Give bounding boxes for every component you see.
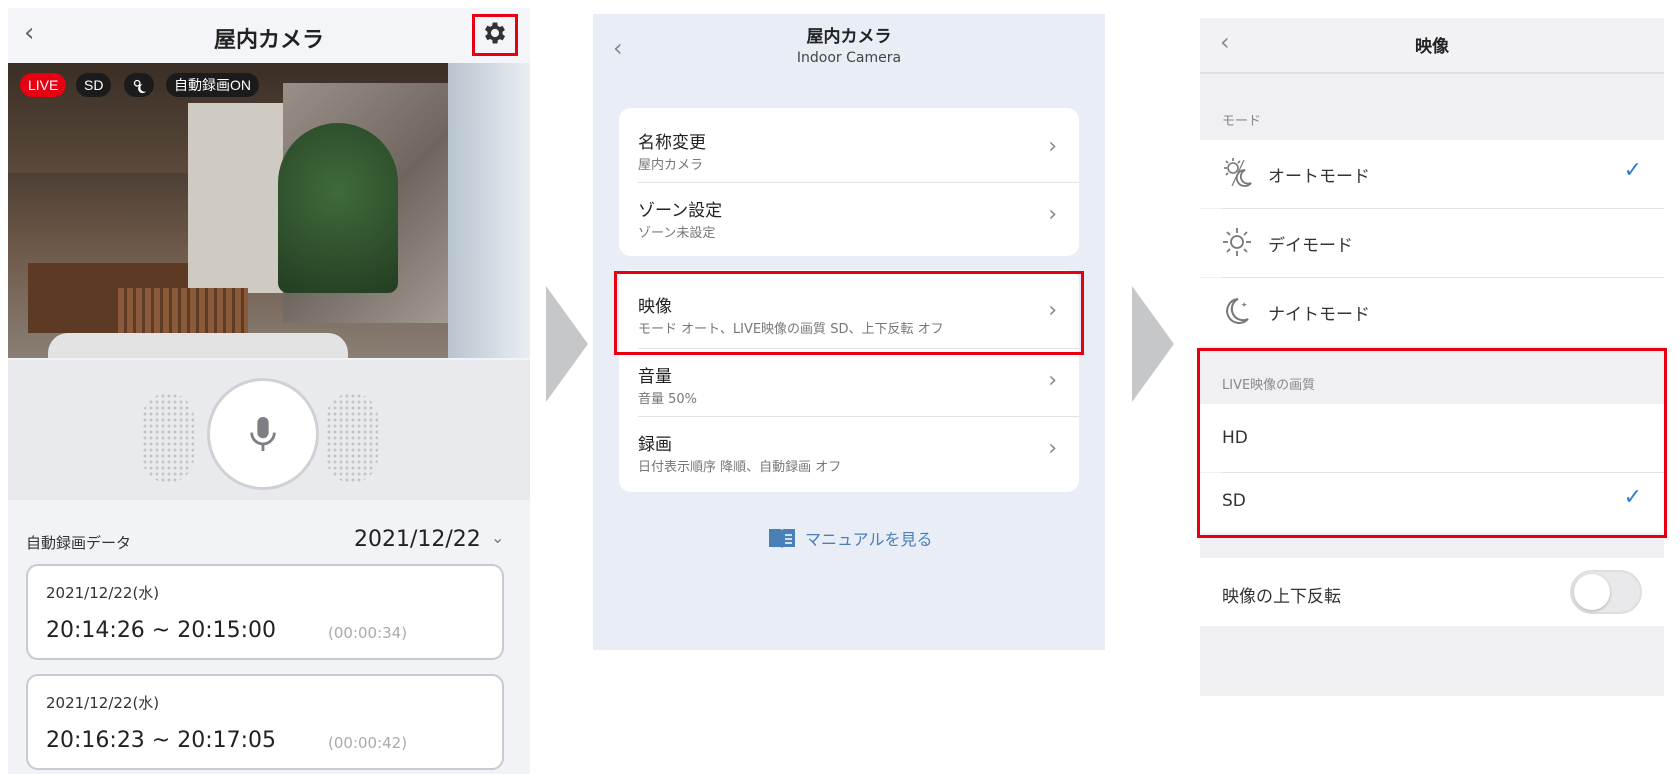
window	[448, 63, 530, 358]
live-video-feed[interactable]: LIVE SD 自動録画ON	[8, 63, 530, 358]
chevron-right-icon: ›	[1048, 368, 1057, 393]
settings-item-label: 名称変更	[638, 133, 706, 153]
settings-item-label: 音量	[638, 367, 672, 387]
mode-option-label: オートモード	[1268, 167, 1370, 187]
header-bar: ‹ 映像	[1200, 18, 1664, 74]
section-header-mode: モード	[1222, 114, 1262, 129]
voice-level-left	[142, 393, 194, 483]
video-settings-screen: ‹ 映像 モード オートモード ✓ デイモード ナイトモード LIVE映像の画質…	[1197, 18, 1667, 696]
microphone-icon	[250, 417, 276, 451]
door	[188, 103, 283, 293]
settings-button[interactable]	[481, 19, 509, 51]
recording-item-date: 2021/12/22(水)	[46, 584, 160, 602]
camera-live-screen: ‹ 屋内カメラ LIVE SD 自動録画ON 自動録画データ 2021/12/2…	[8, 8, 530, 774]
settings-item-value: 音量 50%	[638, 392, 698, 407]
recording-item-date: 2021/12/22(水)	[46, 694, 160, 712]
chevron-right-icon: ›	[1048, 436, 1057, 461]
manual-link[interactable]: マニュアルを見る	[767, 526, 933, 550]
page-subtitle: Indoor Camera	[796, 50, 902, 66]
recording-item-time: 20:14:26 ~ 20:15:00	[46, 618, 277, 643]
mic-button[interactable]	[207, 378, 319, 490]
auto-mode-badge	[124, 73, 154, 97]
recording-item-duration: (00:00:42)	[328, 734, 408, 752]
video-item-highlight	[614, 271, 1084, 355]
chevron-right-icon: ›	[1048, 202, 1057, 227]
settings-item-rename[interactable]: 名称変更 屋内カメラ ›	[619, 114, 1079, 182]
camera-settings-screen: ‹ 屋内カメラ Indoor Camera 名称変更 屋内カメラ › ゾーン設定…	[593, 14, 1105, 650]
auto-mode-icon	[133, 79, 147, 94]
settings-item-label: ゾーン設定	[638, 201, 723, 221]
mode-option-auto[interactable]: オートモード ✓	[1200, 140, 1664, 208]
mode-option-label: デイモード	[1268, 236, 1353, 256]
flow-arrow	[546, 286, 588, 402]
auto-mode-icon	[1220, 156, 1254, 194]
settings-item-volume[interactable]: 音量 音量 50% ›	[619, 348, 1079, 416]
settings-item-value: ゾーン未設定	[638, 226, 716, 241]
settings-group-general: 名称変更 屋内カメラ › ゾーン設定 ゾーン未設定 ›	[619, 108, 1079, 256]
mode-option-label: ナイトモード	[1268, 305, 1370, 325]
recording-data-label: 自動録画データ	[26, 534, 132, 552]
gear-icon	[484, 22, 506, 44]
flip-toggle[interactable]	[1570, 570, 1642, 614]
settings-highlight	[472, 14, 518, 56]
flow-arrow	[1132, 286, 1174, 402]
settings-item-recording[interactable]: 録画 日付表示順序 降順、自動録画 オフ ›	[619, 416, 1079, 484]
settings-item-label: 録画	[638, 435, 672, 455]
toggle-knob	[1574, 574, 1610, 610]
checkmark-icon: ✓	[1623, 158, 1642, 183]
manual-link-label: マニュアルを見る	[805, 530, 933, 549]
flip-setting-row: 映像の上下反転	[1200, 558, 1664, 626]
page-title: 屋内カメラ	[213, 28, 324, 53]
settings-item-zone[interactable]: ゾーン設定 ゾーン未設定 ›	[619, 182, 1079, 250]
settings-item-value: 日付表示順序 降順、自動録画 オフ	[638, 460, 842, 475]
header-bar: ‹ 屋内カメラ	[8, 8, 530, 63]
flip-setting-label: 映像の上下反転	[1222, 587, 1341, 607]
voice-level-right	[326, 393, 378, 483]
chevron-right-icon: ›	[1048, 134, 1057, 159]
recording-item-time: 20:16:23 ~ 20:17:05	[46, 728, 277, 753]
quality-badge: SD	[76, 73, 112, 97]
recording-item-duration: (00:00:34)	[328, 624, 408, 642]
page-title: 映像	[1415, 37, 1449, 57]
chevron-down-icon[interactable]: ⌄	[491, 528, 504, 547]
mode-option-day[interactable]: デイモード	[1200, 209, 1664, 277]
quality-section-highlight	[1197, 348, 1667, 538]
page-title: 屋内カメラ	[806, 27, 892, 47]
plant	[278, 123, 398, 293]
recording-date-selector[interactable]: 2021/12/22	[354, 527, 481, 552]
sun-icon	[1220, 225, 1254, 263]
live-badge: LIVE	[20, 73, 67, 97]
moon-icon	[1220, 294, 1254, 332]
camera-edge	[48, 333, 348, 358]
recording-item[interactable]: 2021/12/22(水) 20:16:23 ~ 20:17:05 (00:00…	[26, 674, 504, 770]
book-icon	[769, 529, 795, 548]
mode-option-night[interactable]: ナイトモード	[1200, 278, 1664, 346]
auto-record-badge: 自動録画ON	[166, 73, 259, 97]
settings-item-value: 屋内カメラ	[638, 158, 704, 173]
recording-item[interactable]: 2021/12/22(水) 20:14:26 ~ 20:15:00 (00:00…	[26, 564, 504, 660]
